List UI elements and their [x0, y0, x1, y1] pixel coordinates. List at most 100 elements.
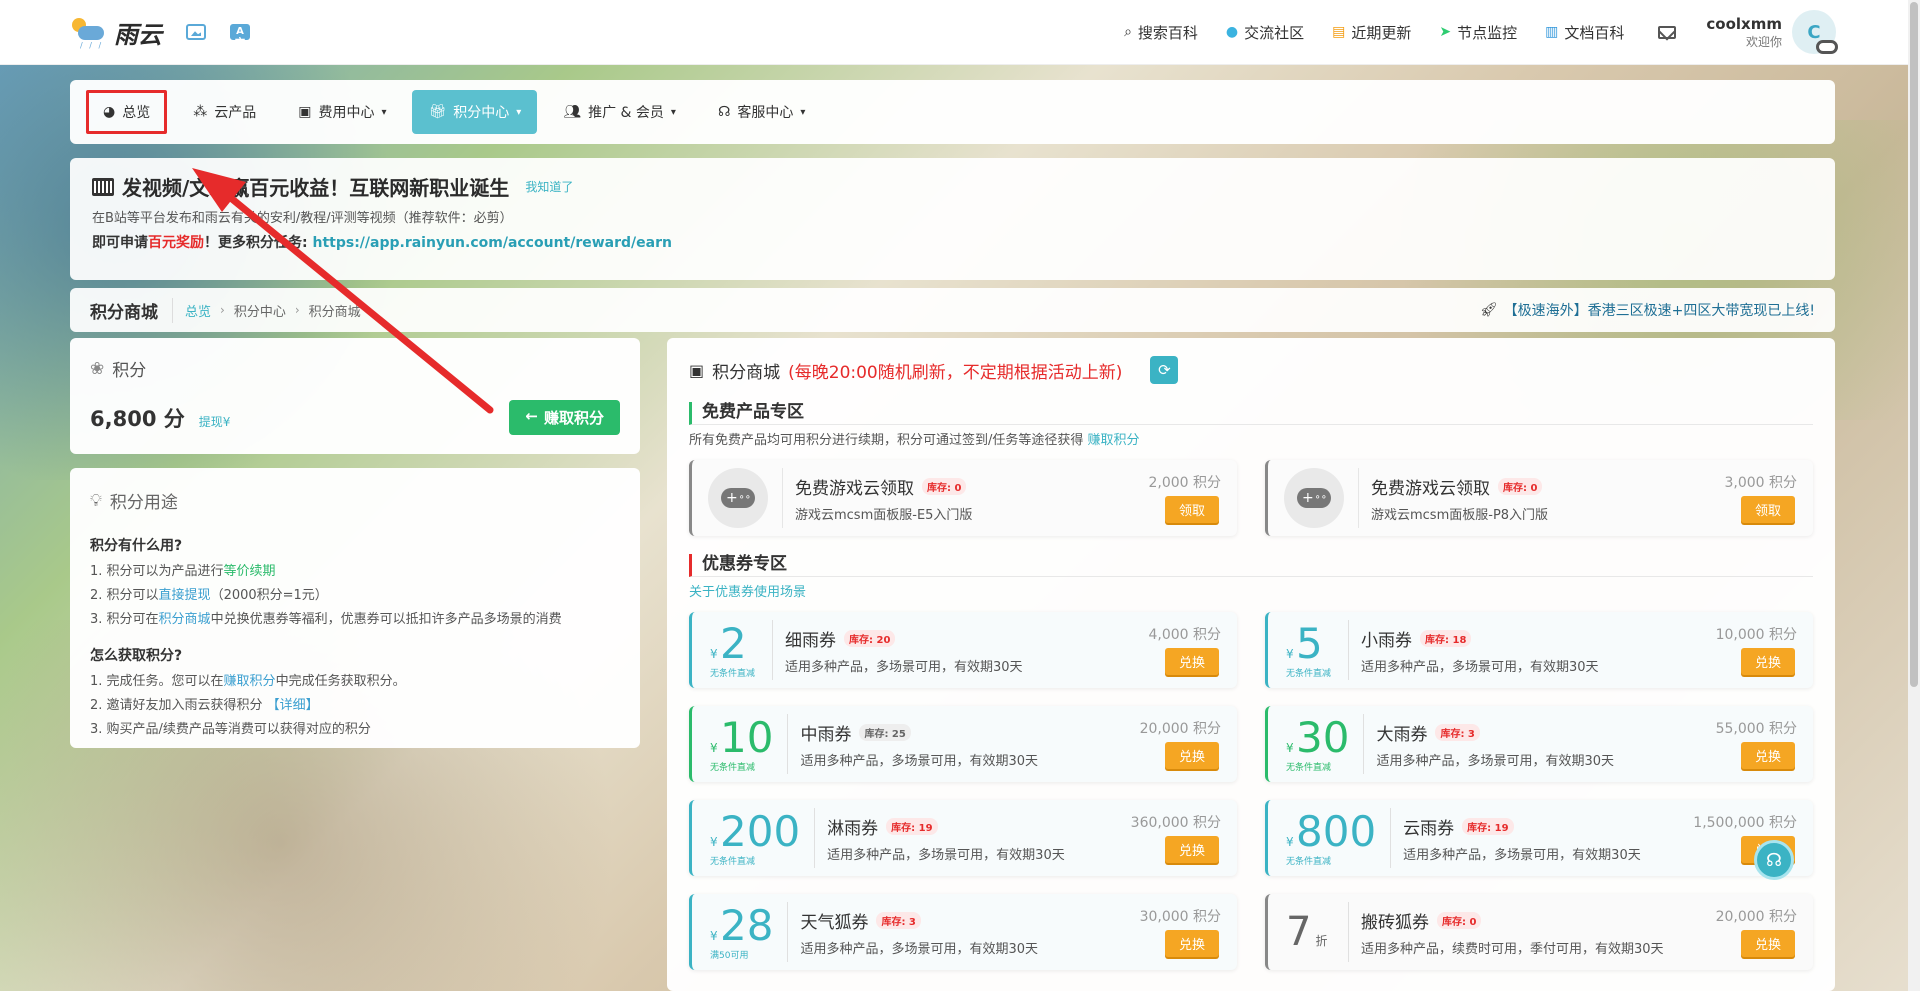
invite-detail-link[interactable]: 【详细】 [267, 698, 319, 713]
claim-button[interactable]: 领取 [1740, 496, 1795, 523]
translate-icon[interactable]: A文 [230, 24, 250, 49]
nav-label: 交流社区 [1244, 23, 1305, 42]
nav-node-monitor[interactable]: ➤ 节点监控 [1439, 22, 1517, 43]
withdraw-direct-link[interactable]: 直接提现 [159, 588, 211, 603]
avatar[interactable]: C [1792, 10, 1838, 54]
logo-text: 雨云 [114, 20, 162, 49]
points-mall-link[interactable]: 积分商城 [159, 612, 211, 627]
coupon-amount: 30 [1296, 712, 1350, 762]
points-card: ❀ 积分 6,800 分提现¥ ← 赚取积分 [70, 338, 640, 454]
cubes-icon: ⁂ [193, 104, 208, 120]
tab-promotion-membership[interactable]: 👥︎ 推广 & 会员 ▾ [547, 90, 692, 134]
redeem-button[interactable]: 兑换 [1740, 742, 1795, 769]
coupon-grid: ¥2 无条件直减 细雨券 库存: 20 适用多种产品，多场景可用，有效期30天 4,0… [689, 612, 1813, 970]
redeem-button[interactable]: 兑换 [1164, 648, 1219, 675]
price: 10,000 积分 [1715, 627, 1797, 643]
headset-icon: ☊ [1766, 849, 1782, 871]
tab-points-center[interactable]: 🎁︎ 积分中心 ▾ [412, 90, 538, 134]
top-nav: ⌕ 搜索百科 ● 交流社区 ▤ 近期更新 ➤ 节点监控 ▥ 文档百科 [1124, 22, 1677, 43]
chevron-down-icon: ▾ [381, 106, 387, 118]
chevron-down-icon: ▾ [670, 106, 676, 118]
stock-badge: 库存: 19 [886, 817, 938, 835]
main-nav: ◕ 总览 ⁂ 云产品 ▣ 费用中心 ▾ 🎁︎ 积分中心 ▾ 👥︎ 推广 & 会员 ▾ ☊ 客服中心… [70, 80, 1835, 144]
logo[interactable]: / / / 雨云 A文 [70, 15, 250, 50]
lotus-icon: ❀ [90, 358, 105, 379]
stock-badge: 库存: 0 [1437, 911, 1482, 929]
redeem-button[interactable]: 兑换 [1164, 742, 1219, 769]
nav-search-wiki[interactable]: ⌕ 搜索百科 [1124, 22, 1198, 43]
mail-icon[interactable] [1658, 25, 1677, 39]
price: 3,000 积分 [1724, 475, 1797, 491]
redeem-button[interactable]: 兑换 [1164, 836, 1219, 863]
earn-points-link[interactable]: 赚取积分 [1088, 433, 1140, 448]
coupon-usage-link[interactable]: 关于优惠券使用场景 [689, 581, 1813, 600]
earn-question: 怎么获取积分? [90, 648, 183, 664]
product-card: 免费游戏云领取库存: 0 游戏云mcsm面板服-P8入门版 3,000 积分 领… [1265, 460, 1813, 536]
film-icon [92, 177, 114, 196]
nav-community[interactable]: ● 交流社区 [1226, 22, 1304, 43]
price: 360,000 积分 [1130, 815, 1221, 831]
price: 55,000 积分 [1715, 721, 1797, 737]
withdraw-link[interactable]: 提现¥ [199, 413, 231, 430]
coupon-discount: 7 [1286, 909, 1312, 955]
mall-note: (每晚20:00随机刷新，不定期根据活动上新) [788, 362, 1123, 383]
tab-billing[interactable]: ▣ 费用中心 ▾ [282, 90, 402, 134]
stock-badge: 库存: 18 [1420, 629, 1472, 647]
money-icon: ▣ [298, 104, 312, 120]
refresh-icon: ⟳ [1158, 361, 1171, 379]
tab-cloud-products[interactable]: ⁂ 云产品 [177, 90, 272, 134]
points-balance: 6,800 分 [90, 407, 185, 431]
top-header: / / / 雨云 A文 ⌕ 搜索百科 ● 交流社区 ▤ 近期更新 ➤ 节点监控 ▥ 文档百… [0, 0, 1908, 65]
earn-link[interactable]: https://app.rainyun.com/account/reward/e… [312, 235, 672, 251]
breadcrumb-points-mall: 积分商城 [308, 304, 361, 320]
announcement-text: 在B站等平台发布和雨云有关的安利/教程/评测等视频（推荐软件：必剪） [92, 211, 513, 226]
store-icon: ▣ [689, 360, 705, 380]
renew-link[interactable]: 等价续期 [224, 564, 276, 579]
claim-button[interactable]: 领取 [1164, 496, 1219, 523]
stock-badge: 库存: 25 [859, 723, 911, 741]
coupon-section-title: 优惠券专区 [689, 554, 1813, 577]
tab-overview[interactable]: ◕ 总览 [86, 90, 168, 134]
promo-notice[interactable]: 🚀︎ 【极速海外】香港三区极速+四区大带宽现已上线! [1480, 300, 1815, 320]
image-icon[interactable] [186, 24, 206, 40]
price: 1,500,000 积分 [1693, 815, 1797, 831]
coupon-card: ¥200 无条件直减 淋雨券 库存: 19 适用多种产品，多场景可用，有效期30天 3… [689, 800, 1237, 876]
coupon-card: ¥5 无条件直减 小雨券 库存: 18 适用多种产品，多场景可用，有效期30天 10,… [1265, 612, 1813, 688]
coupon-amount: 200 [720, 806, 801, 856]
coupon-card: ¥800 无条件直减 云雨券 库存: 19 适用多种产品，多场景可用，有效期30天 1… [1265, 800, 1813, 876]
coupon-amount: 28 [720, 900, 774, 950]
price: 30,000 积分 [1139, 909, 1221, 925]
breadcrumb-points-center[interactable]: 积分中心 [234, 301, 286, 320]
nav-updates[interactable]: ▤ 近期更新 [1332, 22, 1411, 43]
coupon-amount: 10 [720, 712, 774, 762]
dashboard-icon: ◕ [103, 104, 116, 120]
breadcrumb-overview[interactable]: 总览 [185, 301, 211, 320]
node-monitor-icon: ➤ [1439, 24, 1452, 40]
free-section-title: 免费产品专区 [689, 402, 1813, 425]
stock-badge: 库存: 0 [1498, 477, 1543, 495]
redeem-button[interactable]: 兑换 [1164, 930, 1219, 957]
coupon-card: ¥2 无条件直减 细雨券 库存: 20 适用多种产品，多场景可用，有效期30天 4,0… [689, 612, 1237, 688]
earn-points-link[interactable]: 赚取积分 [224, 674, 276, 689]
search-icon: ⌕ [1124, 24, 1132, 40]
reward-highlight: 百元奖励 [148, 235, 204, 251]
community-icon: ● [1225, 24, 1239, 40]
page-scrollbar[interactable] [1908, 0, 1920, 991]
nav-label: 节点监控 [1457, 23, 1518, 42]
earn-points-button[interactable]: ← 赚取积分 [509, 400, 620, 435]
gamepad-icon [708, 468, 768, 528]
customer-support-button[interactable]: ☊ [1754, 840, 1794, 880]
coupon-card: ¥28 满50可用 天气狐券 库存: 3 适用多种产品，多场景可用，有效期30天 30… [689, 894, 1237, 970]
refresh-button[interactable]: ⟳ [1150, 356, 1179, 384]
usage-question: 积分有什么用? [90, 538, 183, 554]
dismiss-link[interactable]: 我知道了 [525, 178, 573, 195]
product-card: 免费游戏云领取库存: 0 游戏云mcsm面板服-E5入门版 2,000 积分 领… [689, 460, 1237, 536]
redeem-button[interactable]: 兑换 [1740, 930, 1795, 957]
stock-badge: 库存: 19 [1462, 817, 1514, 835]
tab-support-center[interactable]: ☊ 客服中心 ▾ [702, 90, 821, 134]
nav-label: 近期更新 [1351, 23, 1412, 42]
redeem-button[interactable]: 兑换 [1740, 648, 1795, 675]
nav-label: 搜索百科 [1137, 23, 1198, 42]
user-menu[interactable]: coolxmm 欢迎你 C [1706, 10, 1838, 54]
nav-docs[interactable]: ▥ 文档百科 [1545, 22, 1624, 43]
